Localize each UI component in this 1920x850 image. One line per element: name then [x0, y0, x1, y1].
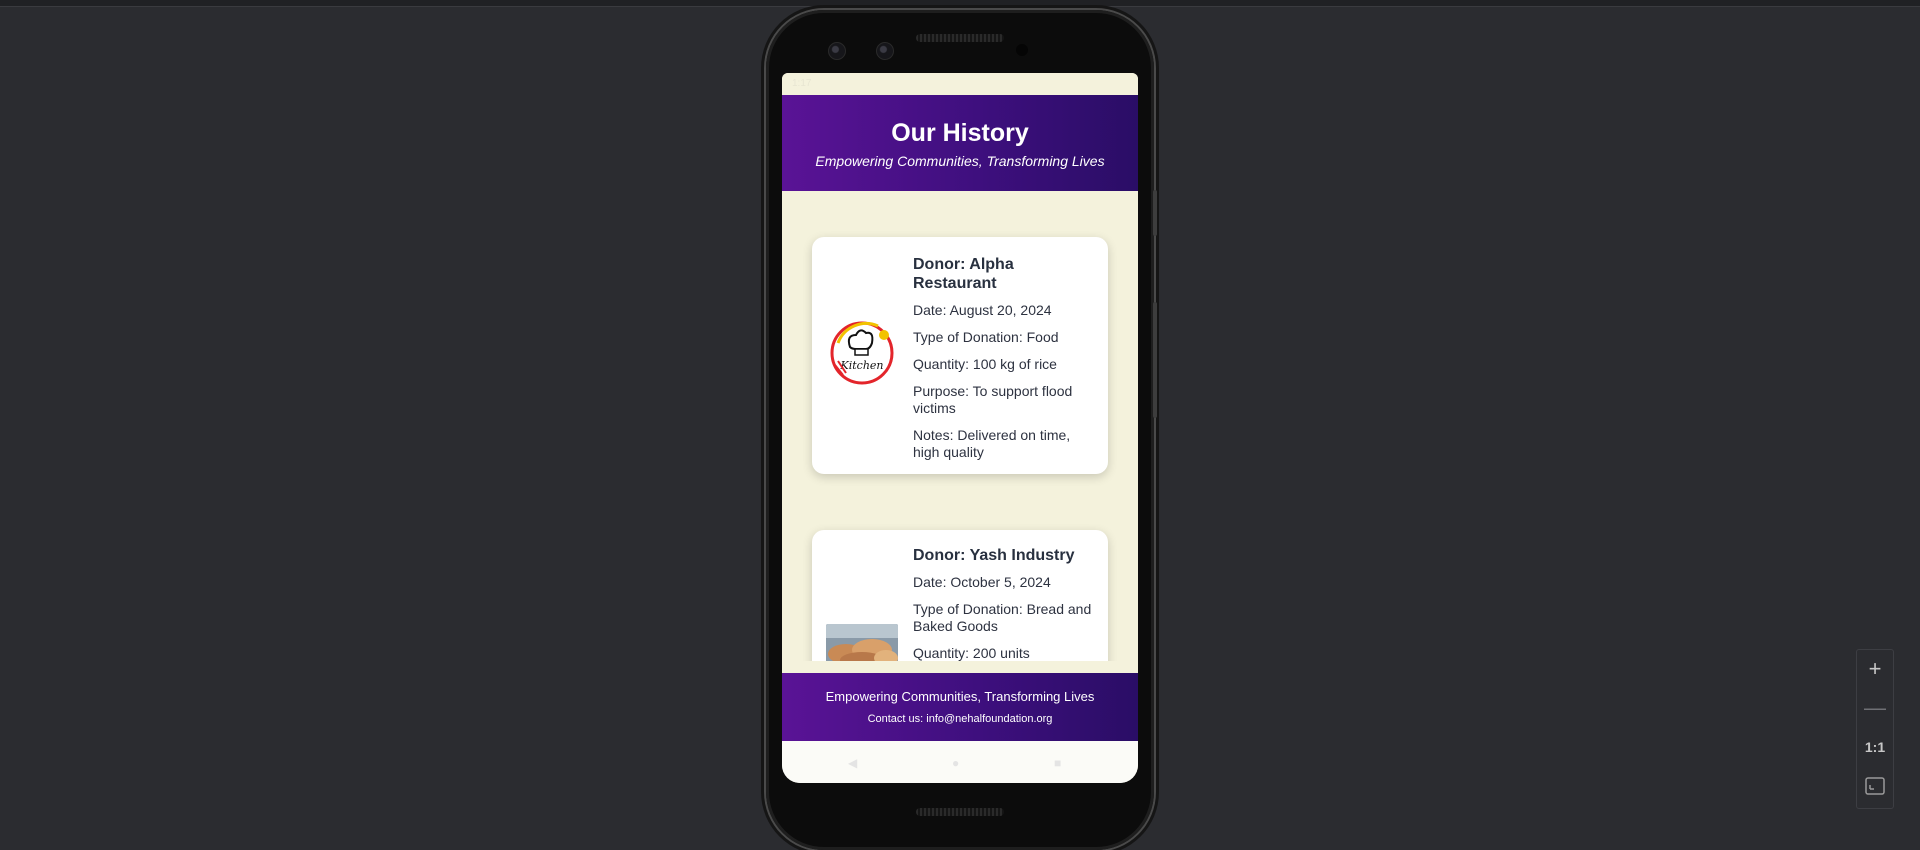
volume-rocker[interactable]	[1153, 302, 1157, 418]
page-header: Our History Empowering Communities, Tran…	[782, 95, 1138, 191]
hands-together-photo	[826, 624, 898, 661]
donation-quantity: Quantity: 100 kg of rice	[913, 356, 1057, 372]
donation-quantity: Quantity: 200 units	[913, 645, 1030, 661]
back-icon[interactable]: ◀	[848, 756, 857, 770]
donation-notes: Notes: Delivered on time, high quality	[913, 427, 1071, 460]
kitchen-logo-image: Kitchen	[826, 317, 898, 389]
donation-card[interactable]: Donor: Yash Industry Date: October 5, 20…	[812, 530, 1108, 661]
donation-details: Donor: Yash Industry Date: October 5, 20…	[913, 546, 1093, 661]
device-screen: 1:17 Our History Empowering Communities,…	[782, 73, 1138, 783]
bottom-speaker	[916, 808, 1004, 816]
donation-type: Type of Donation: Bread and Baked Goods	[913, 601, 1092, 634]
earpiece-speaker	[916, 34, 1004, 42]
footer-contact[interactable]: Contact us: info@nehalfoundation.org	[782, 713, 1138, 725]
emulator-top-bar	[0, 0, 1920, 7]
fit-screen-icon	[1865, 777, 1885, 795]
fit-screen-button[interactable]	[1857, 767, 1893, 805]
front-camera-icon	[876, 42, 894, 60]
zoom-controls: + — 1:1	[1856, 649, 1894, 809]
donation-history-list[interactable]: Kitchen Donor: Alpha Restaurant Date: Au…	[782, 191, 1138, 661]
donation-purpose: Purpose: To support flood victims	[913, 383, 1073, 416]
footer-tagline: Empowering Communities, Transforming Liv…	[825, 689, 1095, 704]
donation-details: Donor: Alpha Restaurant Date: August 20,…	[913, 255, 1093, 471]
status-time: 1:17	[792, 78, 812, 89]
donation-type: Type of Donation: Food	[913, 329, 1059, 345]
front-camera-icon	[828, 42, 846, 60]
status-bar: 1:17	[782, 73, 1138, 95]
proximity-sensor	[1016, 44, 1028, 56]
donation-date: Date: August 20, 2024	[913, 302, 1052, 318]
actual-size-button[interactable]: 1:1	[1857, 728, 1893, 766]
power-button[interactable]	[1153, 190, 1157, 236]
donor-name: Donor: Alpha Restaurant	[913, 256, 1014, 292]
recents-icon[interactable]: ■	[1054, 756, 1061, 770]
zoom-out-button[interactable]: —	[1857, 689, 1893, 727]
page-footer: Empowering Communities, Transforming Liv…	[782, 673, 1138, 741]
page-subtitle: Empowering Communities, Transforming Liv…	[815, 153, 1105, 169]
zoom-in-button[interactable]: +	[1857, 650, 1893, 688]
donation-date: Date: October 5, 2024	[913, 574, 1051, 590]
logo-lettering: Kitchen	[840, 359, 884, 372]
donation-card[interactable]: Kitchen Donor: Alpha Restaurant Date: Au…	[812, 237, 1108, 474]
home-icon[interactable]: ●	[952, 756, 959, 770]
android-nav-bar: ◀ ● ■	[782, 741, 1138, 783]
donor-name: Donor: Yash Industry	[913, 547, 1075, 564]
page-title: Our History	[891, 119, 1029, 147]
